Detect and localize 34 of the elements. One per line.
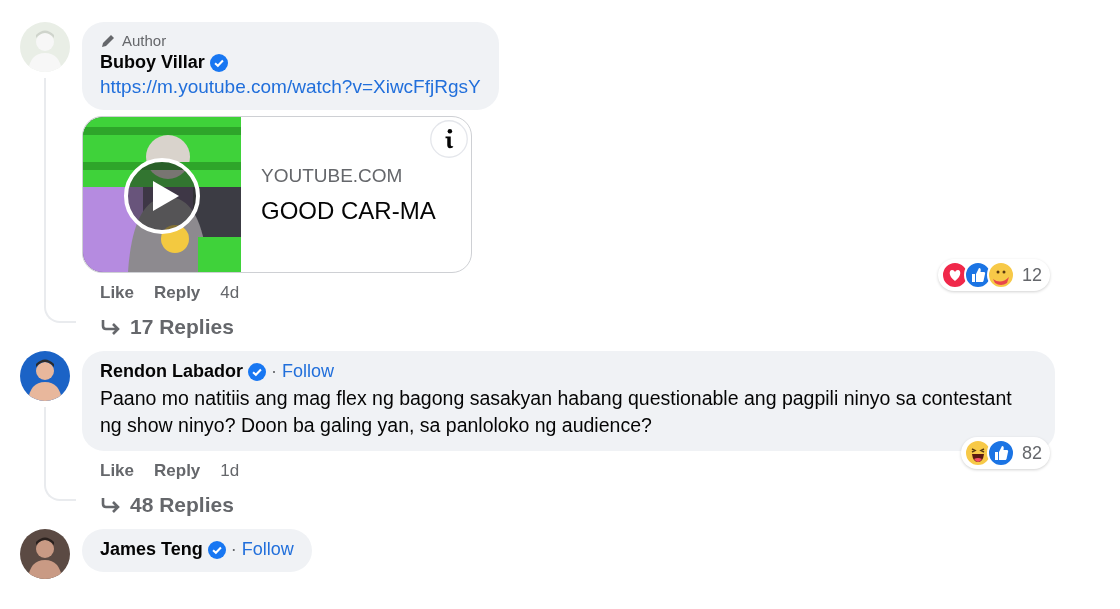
reply-button[interactable]: Reply [154, 283, 201, 303]
like-button[interactable]: Like [100, 461, 135, 481]
comment-text: Paano mo natitiis ang mag flex ng bagong sasakyan habang questionable ang pagpili ninyo sa contestant ng show ninyo? Doon ba galing yan, sa panloloko ng audience? [100, 386, 1013, 438]
comment-link[interactable]: https://m.youtube.com/watch?v=XiwcFfjRgsY [100, 76, 481, 98]
separator-dot: · [230, 539, 237, 560]
view-replies-button[interactable]: 17 Replies [82, 303, 234, 339]
reaction-summary[interactable]: 82 [960, 437, 1050, 469]
author-name[interactable]: James Teng [100, 539, 203, 560]
view-replies-button[interactable]: 48 Replies [82, 481, 234, 517]
reply-arrow-icon [100, 318, 122, 336]
hug-emoji-icon [986, 261, 1015, 289]
reply-arrow-icon [100, 496, 122, 514]
link-title: GOOD CAR-MA [261, 196, 437, 225]
thumbs-up-icon [963, 261, 992, 289]
author-name[interactable]: Buboy Villar [100, 52, 205, 73]
link-preview-card[interactable]: YOUTUBE.COM GOOD CAR-MA [82, 116, 472, 273]
like-button[interactable]: Like [100, 283, 135, 303]
play-button-icon[interactable] [123, 157, 201, 235]
reaction-summary[interactable]: 12 [937, 259, 1050, 291]
reaction-count: 82 [1021, 442, 1042, 464]
info-icon[interactable] [429, 119, 469, 159]
timestamp: 4d [220, 283, 240, 303]
link-domain: YOUTUBE.COM [261, 164, 404, 187]
timestamp: 1d [220, 461, 240, 481]
pencil-icon [100, 32, 116, 49]
author-name[interactable]: Rendon Labador [100, 361, 243, 382]
thumbs-up-icon [986, 439, 1015, 467]
separator-dot: · [271, 361, 277, 382]
author-label: Author [122, 32, 167, 49]
reaction-count: 12 [1021, 264, 1042, 286]
follow-link[interactable]: Follow [241, 539, 294, 560]
reply-button[interactable]: Reply [154, 461, 201, 481]
laughing-emoji-icon [963, 439, 992, 467]
follow-link[interactable]: Follow [282, 361, 334, 382]
